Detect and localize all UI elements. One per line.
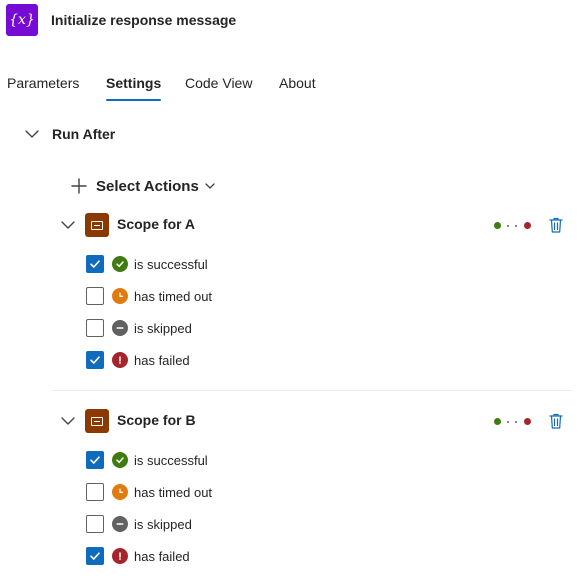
scope-divider: [52, 390, 572, 391]
checkbox-checked[interactable]: [86, 451, 104, 469]
run-after-label: Run After: [52, 126, 116, 142]
chevron-down-icon: [25, 130, 39, 138]
option-label: is successful: [134, 256, 208, 272]
option-label: has timed out: [134, 288, 213, 304]
run-after-toggle[interactable]: Run After: [22, 122, 115, 146]
scope-header: Scope for A: [58, 213, 578, 237]
add-icon: [71, 178, 87, 194]
action-title: Initialize response message: [51, 12, 237, 28]
tab-parameters[interactable]: Parameters: [7, 68, 79, 102]
success-icon: [112, 256, 128, 272]
tab-about[interactable]: About: [279, 68, 316, 102]
scope-icon: [85, 213, 109, 237]
option-is-successful[interactable]: is successful: [86, 450, 306, 470]
success-dot: [494, 418, 501, 425]
option-is-skipped[interactable]: is skipped: [86, 318, 306, 338]
action-header: {x} Initialize response message: [6, 4, 236, 36]
tab-settings-label: Settings: [106, 75, 162, 91]
option-is-skipped[interactable]: is skipped: [86, 514, 306, 534]
scope-icon: [85, 409, 109, 433]
checkbox-unchecked[interactable]: [86, 287, 104, 305]
option-label: has failed: [134, 548, 190, 564]
success-icon: [112, 452, 128, 468]
option-label: is successful: [134, 452, 208, 468]
option-label: is skipped: [134, 320, 192, 336]
chevron-down-icon: [205, 183, 215, 189]
option-has-failed[interactable]: has failed: [86, 546, 306, 566]
success-dot: [494, 222, 501, 229]
option-label: is skipped: [134, 516, 192, 532]
error-icon: [112, 352, 128, 368]
clock-icon: [112, 484, 128, 500]
option-has-timed-out[interactable]: has timed out: [86, 286, 306, 306]
active-tab-indicator: [106, 99, 162, 101]
failed-dot: [524, 222, 531, 229]
checkbox-checked[interactable]: [86, 547, 104, 565]
skipped-icon: [112, 516, 128, 532]
run-status-indicator: [494, 417, 534, 427]
failed-dot: [524, 418, 531, 425]
option-label: has timed out: [134, 484, 213, 500]
scope-header: Scope for B: [58, 409, 578, 433]
variable-icon: {x}: [6, 4, 38, 36]
option-is-successful[interactable]: is successful: [86, 254, 306, 274]
option-has-timed-out[interactable]: has timed out: [86, 482, 306, 502]
skipped-icon: [112, 320, 128, 336]
checkbox-unchecked[interactable]: [86, 515, 104, 533]
clock-icon: [112, 288, 128, 304]
option-label: has failed: [134, 352, 190, 368]
tab-settings[interactable]: Settings: [106, 68, 162, 102]
tab-bar: Parameters Settings Code View About: [0, 68, 581, 102]
tab-code-view[interactable]: Code View: [185, 68, 252, 102]
chevron-down-icon[interactable]: [58, 411, 78, 431]
option-has-failed[interactable]: has failed: [86, 350, 306, 370]
checkbox-checked[interactable]: [86, 351, 104, 369]
chevron-down-icon[interactable]: [58, 215, 78, 235]
checkbox-unchecked[interactable]: [86, 483, 104, 501]
select-actions-label: Select Actions: [96, 177, 199, 195]
delete-icon[interactable]: [548, 216, 564, 234]
checkbox-checked[interactable]: [86, 255, 104, 273]
error-icon: [112, 548, 128, 564]
checkbox-unchecked[interactable]: [86, 319, 104, 337]
scope-name: Scope for B: [117, 412, 196, 428]
delete-icon[interactable]: [548, 412, 564, 430]
run-status-indicator: [494, 221, 534, 231]
select-actions-button[interactable]: Select Actions: [70, 174, 216, 198]
scope-name: Scope for A: [117, 216, 196, 232]
